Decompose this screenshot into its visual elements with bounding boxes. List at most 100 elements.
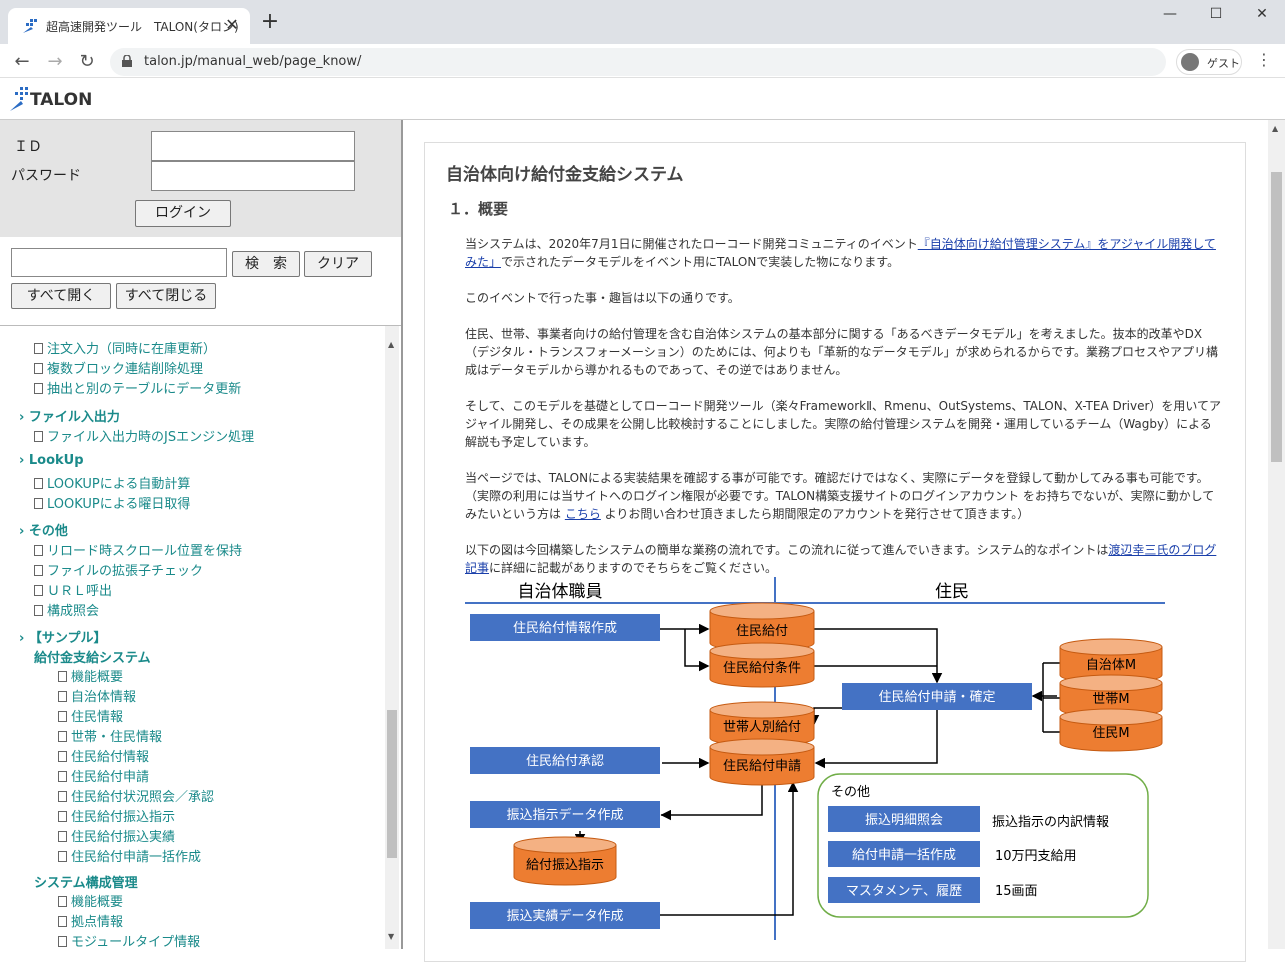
maximize-icon[interactable]: ☐	[1196, 6, 1236, 22]
svg-text:振込実績データ作成: 振込実績データ作成	[506, 908, 623, 924]
tree-item[interactable]: 抽出と別のテーブルにデータ更新	[34, 378, 241, 397]
svg-text:世帯M: 世帯M	[1092, 692, 1129, 707]
process-box: 住民給付情報作成	[470, 614, 660, 641]
lane-left-label: 自治体職員	[518, 582, 603, 602]
menu-kebab-icon[interactable]: ⋮	[1256, 50, 1272, 69]
svg-text:振込指示データ作成: 振込指示データ作成	[506, 807, 623, 823]
avatar-icon	[1181, 53, 1199, 71]
process-box: 振込実績データ作成	[470, 902, 660, 929]
tree-folder-benefit-system[interactable]: 給付金支給システム	[34, 647, 151, 666]
document-icon	[34, 383, 43, 394]
document-icon	[34, 431, 43, 442]
logo-text: TALON	[30, 90, 93, 110]
close-tab-icon[interactable]: ✕	[222, 15, 242, 34]
tree-folder-system-config[interactable]: システム構成管理	[34, 872, 138, 891]
browser-tab[interactable]: 超高速開発ツール TALON(タロン) ✕	[8, 8, 250, 44]
forward-icon[interactable]: →	[44, 51, 66, 72]
database-cylinder: 住民給付条件	[709, 642, 815, 688]
document-icon	[58, 711, 67, 722]
scroll-up-icon[interactable]: ▲	[1272, 124, 1278, 133]
document-icon	[34, 363, 43, 374]
clear-button[interactable]: クリア	[304, 251, 372, 277]
tree-item[interactable]: 住民給付振込指示	[58, 806, 175, 825]
talon-logo[interactable]: TALON	[10, 86, 92, 116]
lane-right-label: 住民	[935, 582, 969, 602]
search-input[interactable]	[11, 248, 227, 277]
expand-all-button[interactable]: すべて開く	[11, 283, 111, 309]
tree-item[interactable]: 機能概要	[58, 891, 123, 910]
svg-text:住民M: 住民M	[1092, 726, 1129, 741]
tree-scrollbar-thumb[interactable]	[387, 710, 397, 858]
document-icon	[34, 585, 43, 596]
tree-item[interactable]: 構成照会	[34, 600, 99, 619]
tree-item[interactable]: LOOKUPによる曜日取得	[34, 493, 190, 512]
tree-category-lookup[interactable]: › LookUp	[19, 453, 84, 468]
tree-item[interactable]: 複数ブロック連結削除処理	[34, 358, 203, 377]
tree-item[interactable]: ファイルの拡張子チェック	[34, 560, 203, 579]
tree-item[interactable]: 住民給付振込実績	[58, 826, 175, 845]
collapse-all-button[interactable]: すべて閉じる	[116, 283, 216, 309]
svg-text:住民給付条件: 住民給付条件	[723, 660, 801, 676]
document-icon	[58, 771, 67, 782]
url-text: talon.jp/manual_web/page_know/	[144, 54, 362, 69]
svg-text:マスタメンテ、履歴: マスタメンテ、履歴	[846, 884, 962, 899]
url-bar[interactable]: talon.jp/manual_web/page_know/	[110, 48, 1166, 76]
id-input[interactable]	[151, 131, 355, 161]
tree-item[interactable]: 住民給付申請	[58, 766, 149, 785]
svg-text:住民給付: 住民給付	[736, 624, 788, 639]
document-icon	[58, 831, 67, 842]
document-icon	[58, 811, 67, 822]
database-cylinder: 住民M	[1059, 708, 1163, 752]
tree-item[interactable]: LOOKUPによる自動計算	[34, 473, 190, 492]
reload-icon[interactable]: ↻	[76, 51, 98, 72]
tree-item[interactable]: リロード時スクロール位置を保持	[34, 540, 242, 559]
content-scrollbar[interactable]: ▲	[1268, 120, 1285, 949]
tree-item[interactable]: 自治体情報	[58, 686, 136, 705]
document-icon	[58, 751, 67, 762]
password-input[interactable]	[151, 161, 355, 191]
tab-bar: 超高速開発ツール TALON(タロン) ✕ + — ☐ ✕	[0, 0, 1285, 44]
id-label: ＩＤ	[14, 139, 42, 155]
tree-item[interactable]: モジュールタイプ情報	[58, 931, 200, 949]
login-button[interactable]: ログイン	[135, 200, 231, 227]
tree-item[interactable]: 拠点情報	[58, 911, 123, 930]
scroll-down-icon[interactable]: ▼	[388, 932, 394, 941]
svg-text:住民給付承認: 住民給付承認	[526, 753, 604, 769]
tree-item[interactable]: 世帯・住民情報	[58, 726, 162, 745]
tree-scrollbar[interactable]: ▲ ▼	[385, 326, 399, 949]
content-scrollbar-thumb[interactable]	[1271, 172, 1282, 462]
minimize-icon[interactable]: —	[1150, 6, 1190, 22]
document-icon	[58, 916, 67, 927]
document-icon	[58, 791, 67, 802]
menu-tree: 注文入力（同時に在庫更新） 複数ブロック連結削除処理 抽出と別のテーブルにデータ…	[0, 325, 401, 949]
tree-item[interactable]: ファイル入出力時のJSエンジン処理	[34, 426, 254, 445]
login-box: ＩＤ パスワード ログイン	[0, 120, 401, 237]
profile-button[interactable]: ゲスト	[1176, 49, 1242, 75]
database-cylinder: 住民給付申請	[709, 738, 815, 786]
tab-title: 超高速開発ツール TALON(タロン)	[46, 20, 239, 34]
database-cylinder: 給付振込指示	[513, 836, 617, 886]
paragraph-5: 当ページでは、TALONによる実装結果を確認する事が可能です。確認だけではなく、…	[465, 471, 1215, 521]
tree-category-other[interactable]: › その他	[19, 520, 68, 539]
tree-item[interactable]: ＵＲＬ呼出	[34, 580, 112, 599]
tree-item[interactable]: 住民給付申請一括作成	[58, 846, 201, 865]
svg-text:住民給付申請・確定: 住民給付申請・確定	[878, 689, 995, 705]
tree-item[interactable]: 住民給付情報	[58, 746, 149, 765]
back-icon[interactable]: ←	[11, 51, 33, 72]
close-window-icon[interactable]: ✕	[1242, 6, 1282, 22]
tree-category-file[interactable]: › ファイル入出力	[19, 406, 120, 425]
search-button[interactable]: 検 索	[232, 251, 300, 277]
tree-item[interactable]: 住民情報	[58, 706, 123, 725]
tree-item[interactable]: 注文入力（同時に在庫更新）	[34, 338, 216, 357]
section-heading: １．概要	[448, 200, 509, 218]
svg-text:住民給付申請: 住民給付申請	[723, 759, 801, 774]
scroll-up-icon[interactable]: ▲	[388, 340, 394, 349]
tree-item[interactable]: 機能概要	[58, 666, 123, 685]
tree-item[interactable]: 住民給付状況照会／承認	[58, 786, 214, 805]
process-box: 住民給付申請・確定	[842, 683, 1032, 710]
tree-category-sample[interactable]: › 【サンプル】	[19, 627, 107, 646]
document-icon	[34, 605, 43, 616]
lock-icon	[122, 55, 132, 67]
new-tab-button[interactable]: +	[258, 10, 282, 34]
contact-link[interactable]: こちら	[565, 507, 601, 521]
